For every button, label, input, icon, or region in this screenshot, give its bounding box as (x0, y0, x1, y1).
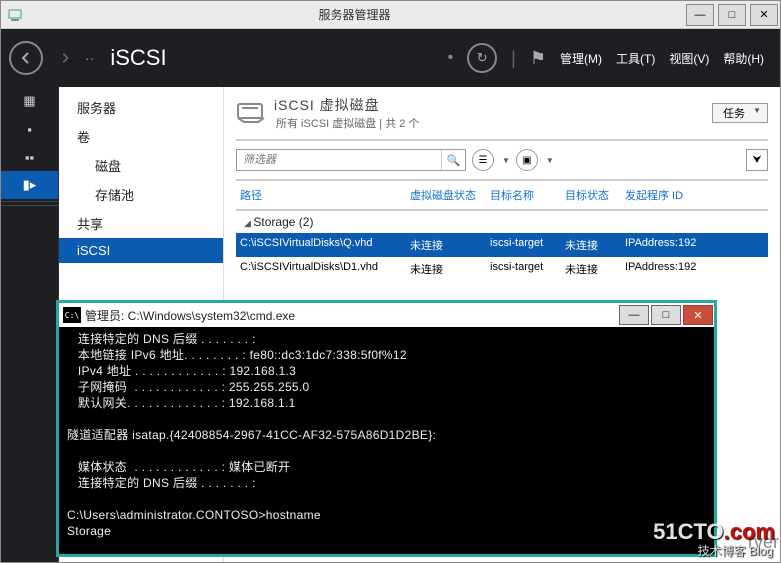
col-initiator[interactable]: 发起程序 ID (621, 185, 768, 205)
watermark-sub: 技术博客 Blog (698, 542, 773, 559)
cell-tstatus: 未连接 (561, 259, 621, 279)
section-title: iSCSI 虚拟磁盘 (274, 95, 419, 115)
titlebar[interactable]: 服务器管理器 — □ ✕ (1, 1, 780, 29)
chevron-down-icon: ▼ (546, 156, 554, 165)
breadcrumb: iSCSI (110, 45, 166, 71)
breadcrumb-separator-icon: ·· (85, 50, 94, 66)
app-icon (5, 5, 25, 25)
cmd-minimize-button[interactable]: — (619, 305, 649, 325)
cell-initiator: IPAddress:192 (621, 235, 768, 255)
nav-shares[interactable]: 共享 (59, 209, 223, 238)
col-vstatus[interactable]: 虚拟磁盘状态 (406, 185, 486, 205)
icon-bar: ▦ ▪ ▪▪ ▮▸ (1, 87, 59, 562)
cell-target: iscsi-target (486, 259, 561, 279)
cmd-title: 管理员: C:\Windows\system32\cmd.exe (85, 307, 618, 324)
table-row[interactable]: C:\iSCSIVirtualDisks\D1.vhd 未连接 iscsi-ta… (236, 257, 768, 281)
tasks-dropdown[interactable]: 任务 (712, 103, 768, 123)
col-tstatus[interactable]: 目标状态 (561, 185, 621, 205)
maximize-button[interactable]: □ (718, 4, 746, 26)
drag-handle[interactable] (1, 201, 58, 206)
cmd-close-button[interactable]: ✕ (683, 305, 713, 325)
refresh-button[interactable]: ↻ (467, 43, 497, 73)
cmd-output[interactable]: 连接特定的 DNS 后缀 . . . . . . . : 本地链接 IPv6 地… (59, 327, 714, 543)
dashboard-icon[interactable]: ▦ (1, 87, 58, 115)
filter-box: 🔍 (236, 149, 466, 171)
cmd-titlebar[interactable]: C:\ 管理员: C:\Windows\system32\cmd.exe — □… (59, 303, 714, 327)
view-menu[interactable]: 视图(V) (669, 50, 709, 67)
expand-button[interactable]: ⮟ (746, 149, 768, 171)
manage-menu[interactable]: 管理(M) (560, 50, 602, 67)
all-servers-icon[interactable]: ▪▪ (1, 143, 58, 171)
file-storage-icon[interactable]: ▮▸ (1, 171, 58, 199)
separator-icon: | (511, 48, 516, 69)
minimize-button[interactable]: — (686, 4, 714, 26)
cell-vstatus: 未连接 (406, 235, 486, 255)
header-bar: ·· iSCSI • ↻ | ⚑ 管理(M) 工具(T) 视图(V) 帮助(H) (1, 29, 780, 87)
filter-input[interactable] (237, 150, 441, 170)
nav-servers[interactable]: 服务器 (59, 93, 223, 122)
forward-button[interactable] (55, 41, 75, 75)
nav-volumes[interactable]: 卷 (59, 122, 223, 151)
section-icon (236, 102, 266, 124)
tools-menu[interactable]: 工具(T) (616, 50, 655, 67)
cmd-icon: C:\ (63, 307, 81, 323)
iscsi-table: 路径 虚拟磁盘状态 目标名称 目标状态 发起程序 ID Storage (2) … (236, 179, 768, 281)
flag-icon[interactable]: ⚑ (530, 48, 546, 69)
cmd-window: C:\ 管理员: C:\Windows\system32\cmd.exe — □… (56, 300, 717, 557)
nav-disks[interactable]: 磁盘 (59, 151, 223, 180)
cell-target: iscsi-target (486, 235, 561, 255)
nav-iscsi[interactable]: iSCSI (59, 238, 223, 263)
help-menu[interactable]: 帮助(H) (723, 50, 764, 67)
breadcrumb-chevron-icon: • (448, 49, 454, 67)
filter-options-button[interactable]: ☰ (472, 149, 494, 171)
cell-vstatus: 未连接 (406, 259, 486, 279)
cell-initiator: IPAddress:192 (621, 259, 768, 279)
toolbar: 🔍 ☰ ▼ ▣ ▼ ⮟ (236, 139, 768, 171)
section-subtitle: 所有 iSCSI 虚拟磁盘 | 共 2 个 (276, 115, 419, 131)
local-server-icon[interactable]: ▪ (1, 115, 58, 143)
cell-tstatus: 未连接 (561, 235, 621, 255)
table-row[interactable]: C:\iSCSIVirtualDisks\Q.vhd 未连接 iscsi-tar… (236, 233, 768, 257)
save-query-button[interactable]: ▣ (516, 149, 538, 171)
cell-path: C:\iSCSIVirtualDisks\Q.vhd (236, 235, 406, 255)
group-header[interactable]: Storage (2) (236, 211, 768, 233)
back-button[interactable] (9, 41, 43, 75)
cmd-maximize-button[interactable]: □ (651, 305, 681, 325)
col-path[interactable]: 路径 (236, 185, 406, 205)
chevron-down-icon: ▼ (502, 156, 510, 165)
window-title: 服务器管理器 (25, 6, 684, 23)
col-target[interactable]: 目标名称 (486, 185, 561, 205)
search-icon[interactable]: 🔍 (441, 150, 465, 170)
close-button[interactable]: ✕ (750, 4, 778, 26)
nav-storage-pools[interactable]: 存储池 (59, 180, 223, 209)
cell-path: C:\iSCSIVirtualDisks\D1.vhd (236, 259, 406, 279)
